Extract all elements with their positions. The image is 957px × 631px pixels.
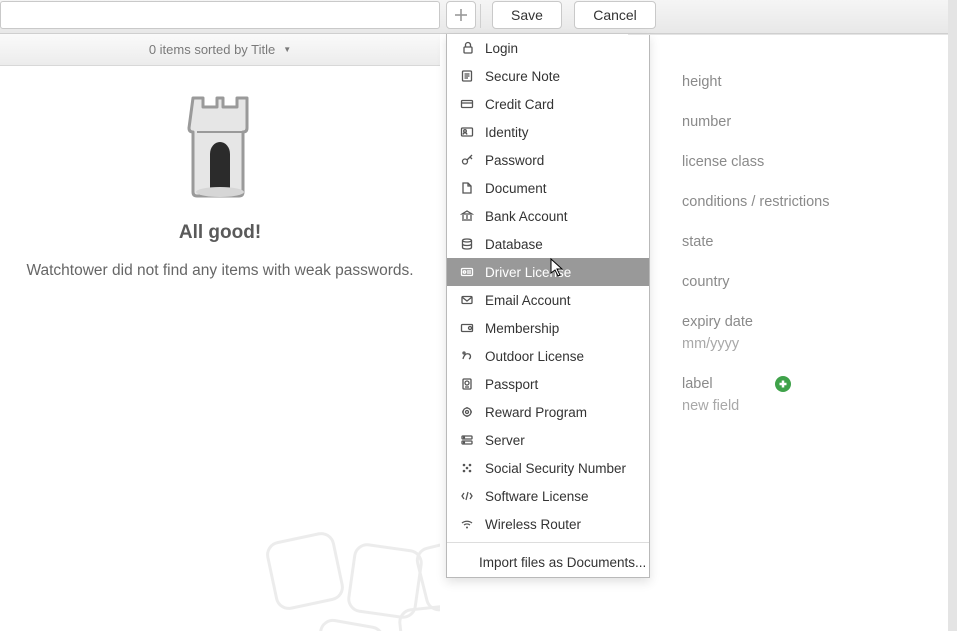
field-expiry-date[interactable]: expiry date mm/yyyy [682, 314, 957, 352]
field-label: height [682, 74, 957, 90]
dropdown-item-label: Passport [485, 377, 538, 392]
background-illustration [260, 536, 440, 631]
membership-icon [459, 320, 475, 336]
field-label: country [682, 274, 957, 290]
card-icon [459, 96, 475, 112]
new-item-dropdown: Login Secure Note Credit Card Identity Passw… [446, 34, 650, 578]
reward-icon [459, 404, 475, 420]
save-button[interactable]: Save [492, 1, 562, 29]
field-license-class[interactable]: license class [682, 154, 957, 170]
dropdown-item-membership[interactable]: Membership [447, 314, 649, 342]
list-sort-label: 0 items sorted by Title [149, 42, 275, 57]
dropdown-item-label: Wireless Router [485, 517, 581, 532]
toolbar-divider [480, 4, 481, 28]
dropdown-separator [447, 542, 649, 543]
field-conditions-restrictions[interactable]: conditions / restrictions [682, 194, 957, 210]
field-country[interactable]: country [682, 274, 957, 290]
key-icon [459, 152, 475, 168]
cancel-button[interactable]: Cancel [574, 1, 656, 29]
dropdown-item-label: Email Account [485, 293, 571, 308]
outdoor-icon [459, 348, 475, 364]
wifi-icon [459, 516, 475, 532]
dropdown-item-server[interactable]: Server [447, 426, 649, 454]
watchtower-title: All good! [0, 222, 440, 244]
dropdown-item-bank-account[interactable]: Bank Account [447, 202, 649, 230]
watchtower-message: Watchtower did not find any items with w… [0, 262, 440, 280]
passport-icon [459, 376, 475, 392]
dropdown-item-label: Database [485, 237, 543, 252]
dropdown-item-label: Login [485, 41, 518, 56]
dropdown-item-document[interactable]: Document [447, 174, 649, 202]
new-field-value-placeholder: new field [682, 398, 957, 414]
new-field-row[interactable]: label new field [682, 376, 957, 414]
dropdown-item-credit-card[interactable]: Credit Card [447, 90, 649, 118]
dropdown-item-outdoor-license[interactable]: Outdoor License [447, 342, 649, 370]
server-icon [459, 432, 475, 448]
dropdown-item-secure-note[interactable]: Secure Note [447, 62, 649, 90]
software-icon [459, 488, 475, 504]
dropdown-item-label: Server [485, 433, 525, 448]
add-item-button[interactable] [446, 1, 476, 29]
dropdown-item-password[interactable]: Password [447, 146, 649, 174]
field-label: number [682, 114, 957, 130]
login-icon [459, 40, 475, 56]
field-number[interactable]: number [682, 114, 957, 130]
dropdown-item-label: Password [485, 153, 544, 168]
license-icon [459, 264, 475, 280]
list-sort-header[interactable]: 0 items sorted by Title ▼ [0, 34, 440, 66]
dropdown-item-passport[interactable]: Passport [447, 370, 649, 398]
watchtower-icon [175, 84, 265, 204]
dropdown-item-label: Social Security Number [485, 461, 626, 476]
dropdown-item-label: Driver License [485, 265, 571, 280]
dropdown-item-reward-program[interactable]: Reward Program [447, 398, 649, 426]
search-input[interactable] [0, 1, 440, 29]
field-height[interactable]: height [682, 74, 957, 90]
dropdown-item-email-account[interactable]: Email Account [447, 286, 649, 314]
document-icon [459, 180, 475, 196]
field-label: expiry date [682, 314, 957, 330]
database-icon [459, 236, 475, 252]
dropdown-item-login[interactable]: Login [447, 34, 649, 62]
note-icon [459, 68, 475, 84]
field-label: license class [682, 154, 957, 170]
top-toolbar: Save Cancel [0, 0, 957, 34]
dropdown-item-database[interactable]: Database [447, 230, 649, 258]
plus-icon [454, 8, 468, 22]
dropdown-item-driver-license[interactable]: Driver License [447, 258, 649, 286]
dropdown-item-software-license[interactable]: Software License [447, 482, 649, 510]
dropdown-item-label: Outdoor License [485, 349, 584, 364]
ssn-icon [459, 460, 475, 476]
add-field-button[interactable] [775, 376, 791, 392]
dropdown-item-label: Identity [485, 125, 529, 140]
dropdown-item-label: Document [485, 181, 547, 196]
dropdown-item-identity[interactable]: Identity [447, 118, 649, 146]
dropdown-item-social-security-number[interactable]: Social Security Number [447, 454, 649, 482]
field-label: conditions / restrictions [682, 194, 957, 210]
plus-icon [778, 379, 788, 389]
item-detail-form: height number license class conditions / re… [660, 34, 957, 631]
new-field-label-placeholder: label [682, 376, 713, 392]
dropdown-item-label: Reward Program [485, 405, 587, 420]
right-edge-strip [948, 0, 957, 631]
field-placeholder: mm/yyyy [682, 336, 957, 352]
identity-icon [459, 124, 475, 140]
dropdown-import-files[interactable]: Import files as Documents... [447, 547, 649, 577]
item-list-pane: All good! Watchtower did not find any it… [0, 66, 440, 631]
dropdown-item-label: Credit Card [485, 97, 554, 112]
dropdown-item-label: Bank Account [485, 209, 568, 224]
field-label: state [682, 234, 957, 250]
email-icon [459, 292, 475, 308]
dropdown-item-wireless-router[interactable]: Wireless Router [447, 510, 649, 538]
dropdown-item-label: Secure Note [485, 69, 560, 84]
dropdown-item-label: Membership [485, 321, 559, 336]
bank-icon [459, 208, 475, 224]
field-state[interactable]: state [682, 234, 957, 250]
dropdown-item-label: Software License [485, 489, 589, 504]
caret-down-icon: ▼ [283, 45, 291, 54]
